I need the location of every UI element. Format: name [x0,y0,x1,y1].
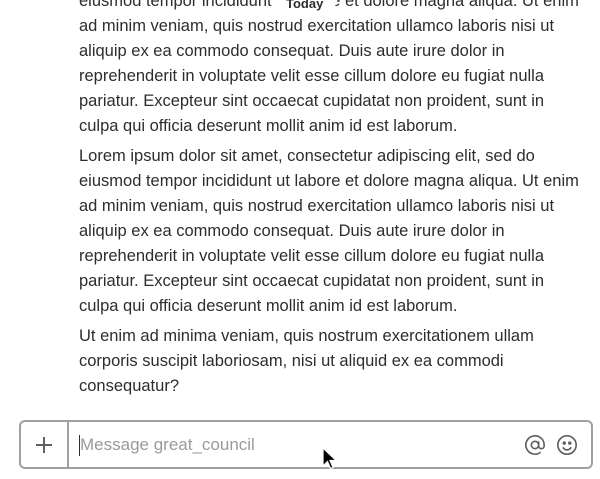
message-text: Lorem ipsum dolor sit amet, consectetur … [79,147,579,315]
at-sign-icon [525,434,545,455]
add-attachment-button[interactable] [21,422,69,467]
message-input-wrapper [69,422,523,467]
mention-button[interactable] [523,433,547,457]
message-composer [19,420,593,469]
message-input[interactable] [69,422,523,467]
message-text: Ut enim ad minima veniam, quis nostrum e… [79,327,534,395]
chat-view: eiusmod tempor incididunt ut labore et d… [0,0,600,479]
message-list: eiusmod tempor incididunt ut labore et d… [79,0,584,404]
composer-tools [523,433,591,457]
day-divider-label: Today [286,0,324,11]
smiley-icon [557,434,577,455]
mouse-pointer-icon [322,447,338,470]
text-caret [79,435,80,456]
day-divider: Today [272,0,338,11]
message-text: eiusmod tempor incididunt ut labore et d… [79,0,579,135]
plus-icon [36,436,52,453]
emoji-button[interactable] [555,433,579,457]
